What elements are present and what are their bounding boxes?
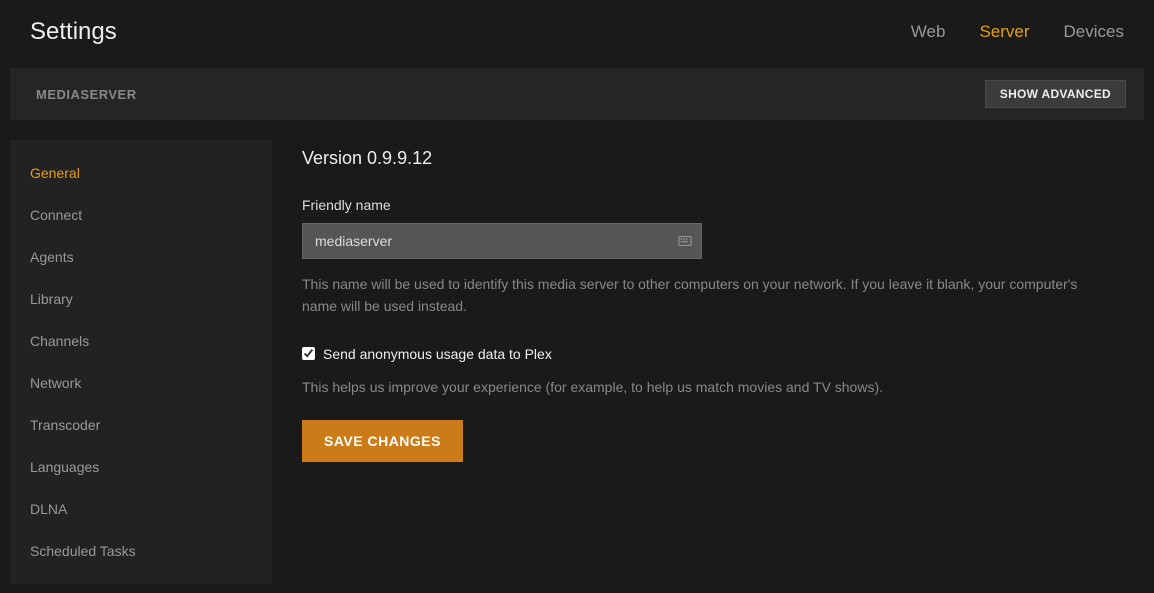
sidebar-item-general[interactable]: General [10,152,272,194]
nav-devices[interactable]: Devices [1064,22,1124,42]
page-title: Settings [30,18,117,46]
friendly-name-input-wrap [302,223,702,259]
nav-server[interactable]: Server [979,22,1029,42]
body-area: General Connect Agents Library Channels … [0,120,1154,584]
server-name-label: MEDIASERVER [36,87,137,102]
sidebar-item-languages[interactable]: Languages [10,446,272,488]
friendly-name-help: This name will be used to identify this … [302,273,1092,318]
sidebar: General Connect Agents Library Channels … [10,140,272,584]
sidebar-item-scheduled-tasks[interactable]: Scheduled Tasks [10,530,272,572]
sidebar-item-network[interactable]: Network [10,362,272,404]
header-nav: Web Server Devices [911,22,1124,42]
anon-data-checkbox[interactable] [302,347,315,360]
sidebar-item-agents[interactable]: Agents [10,236,272,278]
friendly-name-input[interactable] [302,223,702,259]
sidebar-item-library[interactable]: Library [10,278,272,320]
anon-data-label[interactable]: Send anonymous usage data to Plex [323,346,552,362]
anon-data-help: This helps us improve your experience (f… [302,376,1092,398]
version-label: Version 0.9.9.12 [302,148,1144,169]
subheader: MEDIASERVER SHOW ADVANCED [10,68,1144,120]
nav-web[interactable]: Web [911,22,946,42]
main-panel: Version 0.9.9.12 Friendly name This name… [302,140,1144,584]
sidebar-item-connect[interactable]: Connect [10,194,272,236]
friendly-name-label: Friendly name [302,197,1144,213]
save-changes-button[interactable]: SAVE CHANGES [302,420,463,462]
sidebar-item-channels[interactable]: Channels [10,320,272,362]
show-advanced-button[interactable]: SHOW ADVANCED [985,80,1126,108]
sidebar-item-transcoder[interactable]: Transcoder [10,404,272,446]
header: Settings Web Server Devices [0,0,1154,68]
sidebar-item-dlna[interactable]: DLNA [10,488,272,530]
keyboard-icon [678,234,692,248]
anon-data-row: Send anonymous usage data to Plex [302,346,1144,362]
